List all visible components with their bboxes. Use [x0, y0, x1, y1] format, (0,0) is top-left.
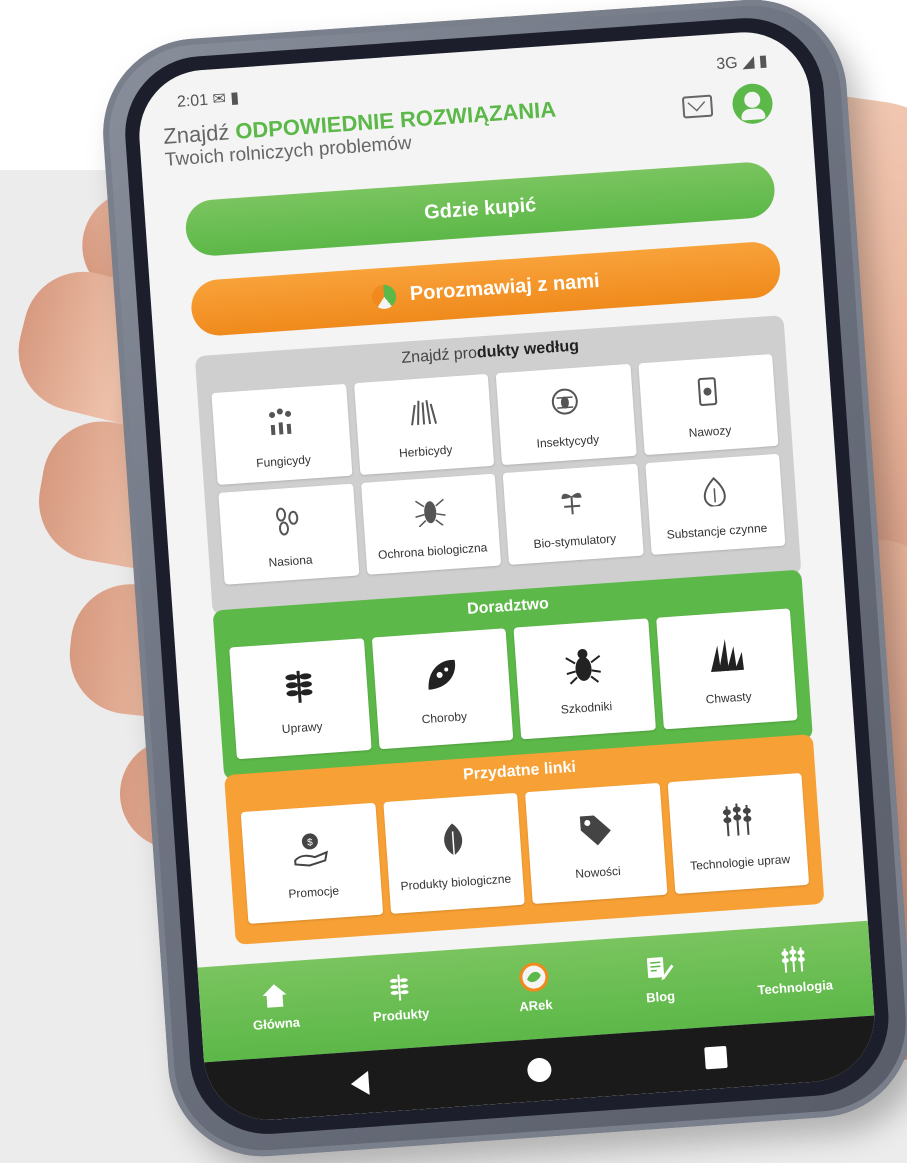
tile-label: Substancje czynne: [666, 520, 768, 542]
tile-choroby[interactable]: Choroby: [371, 628, 514, 750]
tile-herbicydy[interactable]: Herbicydy: [353, 373, 495, 476]
crop-field-icon: [781, 945, 805, 973]
advisory-grid: Uprawy Choroby Szkodniki Chwasty: [229, 608, 798, 760]
nav-home[interactable]: Główna: [219, 976, 332, 1035]
coin-hand-icon: $: [294, 833, 329, 867]
tile-label: Nasiona: [268, 552, 313, 570]
nav-products[interactable]: Produkty: [343, 968, 456, 1027]
tile-label: Uprawy: [281, 719, 323, 737]
fungicide-icon: [269, 408, 292, 436]
phone-case: 2:01 ✉ ▮ 3G ◢ ▮ Znajdź ODPOWIEDNIE ROZWI…: [96, 0, 907, 1163]
diseased-leaf-icon: [428, 659, 455, 690]
profile-avatar-icon[interactable]: [731, 82, 774, 126]
tile-produkty-biologiczne[interactable]: Produkty biologiczne: [382, 792, 525, 914]
tile-substancje-czynne[interactable]: Substancje czynne: [644, 453, 786, 555]
nav-blog-label: Blog: [645, 988, 676, 1006]
arek-logo-icon: [519, 962, 549, 992]
weeds-icon: [710, 639, 744, 673]
tile-nasiona[interactable]: Nasiona: [218, 483, 359, 585]
phone-screen: 2:01 ✉ ▮ 3G ◢ ▮ Znajdź ODPOWIEDNIE ROZWI…: [134, 27, 879, 1125]
crop-field-icon: [722, 803, 752, 837]
nav-products-label: Produkty: [372, 1005, 430, 1025]
wheat-icon: [389, 974, 409, 1001]
recent-apps-icon[interactable]: [704, 1045, 728, 1070]
tile-label: Herbicydy: [398, 442, 453, 461]
fertilizer-icon: [697, 377, 717, 407]
herbicide-icon: [410, 400, 437, 426]
home-circle-icon[interactable]: [526, 1057, 553, 1083]
tile-fungicydy[interactable]: Fungicydy: [211, 383, 352, 485]
home-icon: [262, 984, 287, 1008]
tile-label: Chwasty: [705, 689, 753, 707]
seeds-icon: [276, 507, 299, 536]
nav-technology[interactable]: Technologia: [737, 940, 850, 999]
tile-label: Bio-stymulatory: [533, 531, 617, 552]
tile-uprawy[interactable]: Uprawy: [229, 638, 372, 760]
tile-label: Technologie upraw: [689, 851, 791, 873]
status-left-icons: ✉ ▮: [211, 89, 240, 109]
nav-technology-label: Technologia: [757, 977, 834, 998]
phone-bezel: 2:01 ✉ ▮ 3G ◢ ▮ Znajdź ODPOWIEDNIE ROZWI…: [120, 12, 894, 1140]
tile-label: Nowości: [574, 863, 622, 881]
tile-label: Promocje: [287, 883, 340, 902]
tile-label: Fungicydy: [255, 452, 312, 471]
leaf-icon: [443, 823, 462, 856]
sprout-icon: [561, 492, 582, 515]
products-title-prefix: Znajdź pro: [400, 344, 478, 367]
tile-label: Insektycydy: [536, 432, 600, 451]
insecticide-icon: [552, 388, 579, 415]
chat-logo-icon: [371, 283, 397, 310]
phone: 2:01 ✉ ▮ 3G ◢ ▮ Znajdź ODPOWIEDNIE ROZWI…: [96, 0, 907, 1163]
tile-chwasty[interactable]: Chwasty: [655, 608, 798, 730]
tile-label: Produkty biologiczne: [400, 871, 512, 894]
network-indicator: 3G ◢ ▮: [715, 52, 769, 74]
nav-blog[interactable]: Blog: [603, 950, 716, 1009]
products-grid: Fungicydy Herbicydy Insektycydy Nawozy N…: [211, 354, 786, 585]
tile-biostymulatory[interactable]: Bio-stymulatory: [502, 463, 644, 565]
cockroach-icon: [414, 498, 446, 528]
chat-button-label: Porozmawiaj z nami: [409, 269, 601, 306]
tile-promocje[interactable]: $ Promocje: [240, 802, 383, 924]
nav-arek-label: ARek: [518, 996, 554, 1015]
back-icon[interactable]: [350, 1070, 370, 1097]
tile-label: Choroby: [421, 709, 468, 727]
tile-szkodniki[interactable]: Szkodniki: [513, 618, 656, 740]
leaf-drop-icon: [703, 476, 726, 508]
tile-insektycydy[interactable]: Insektycydy: [495, 363, 637, 466]
nav-arek[interactable]: ARek: [478, 958, 591, 1017]
products-section: Znajdź produkty według Fungicydy Herbicy…: [194, 315, 802, 616]
tile-technologie-upraw[interactable]: Technologie upraw: [667, 772, 810, 895]
tile-nowosci[interactable]: Nowości: [524, 782, 667, 905]
nav-home-label: Główna: [252, 1014, 301, 1033]
tile-label: Ochrona biologiczna: [377, 540, 488, 562]
blog-icon: [646, 957, 674, 981]
tile-ochrona-biologiczna[interactable]: Ochrona biologiczna: [360, 473, 502, 575]
tile-label: Szkodniki: [560, 699, 613, 717]
status-time: 2:01: [176, 91, 209, 111]
useful-links-grid: $ Promocje Produkty biologiczne Nowości: [240, 772, 810, 924]
products-title-bold: dukty według: [476, 337, 580, 362]
mail-icon[interactable]: [681, 94, 714, 119]
tile-nawozy[interactable]: Nawozy: [637, 354, 779, 456]
wheat-icon: [285, 670, 313, 703]
tag-icon: [580, 815, 612, 846]
tile-label: Nawozy: [688, 423, 732, 440]
beetle-icon: [565, 648, 602, 685]
